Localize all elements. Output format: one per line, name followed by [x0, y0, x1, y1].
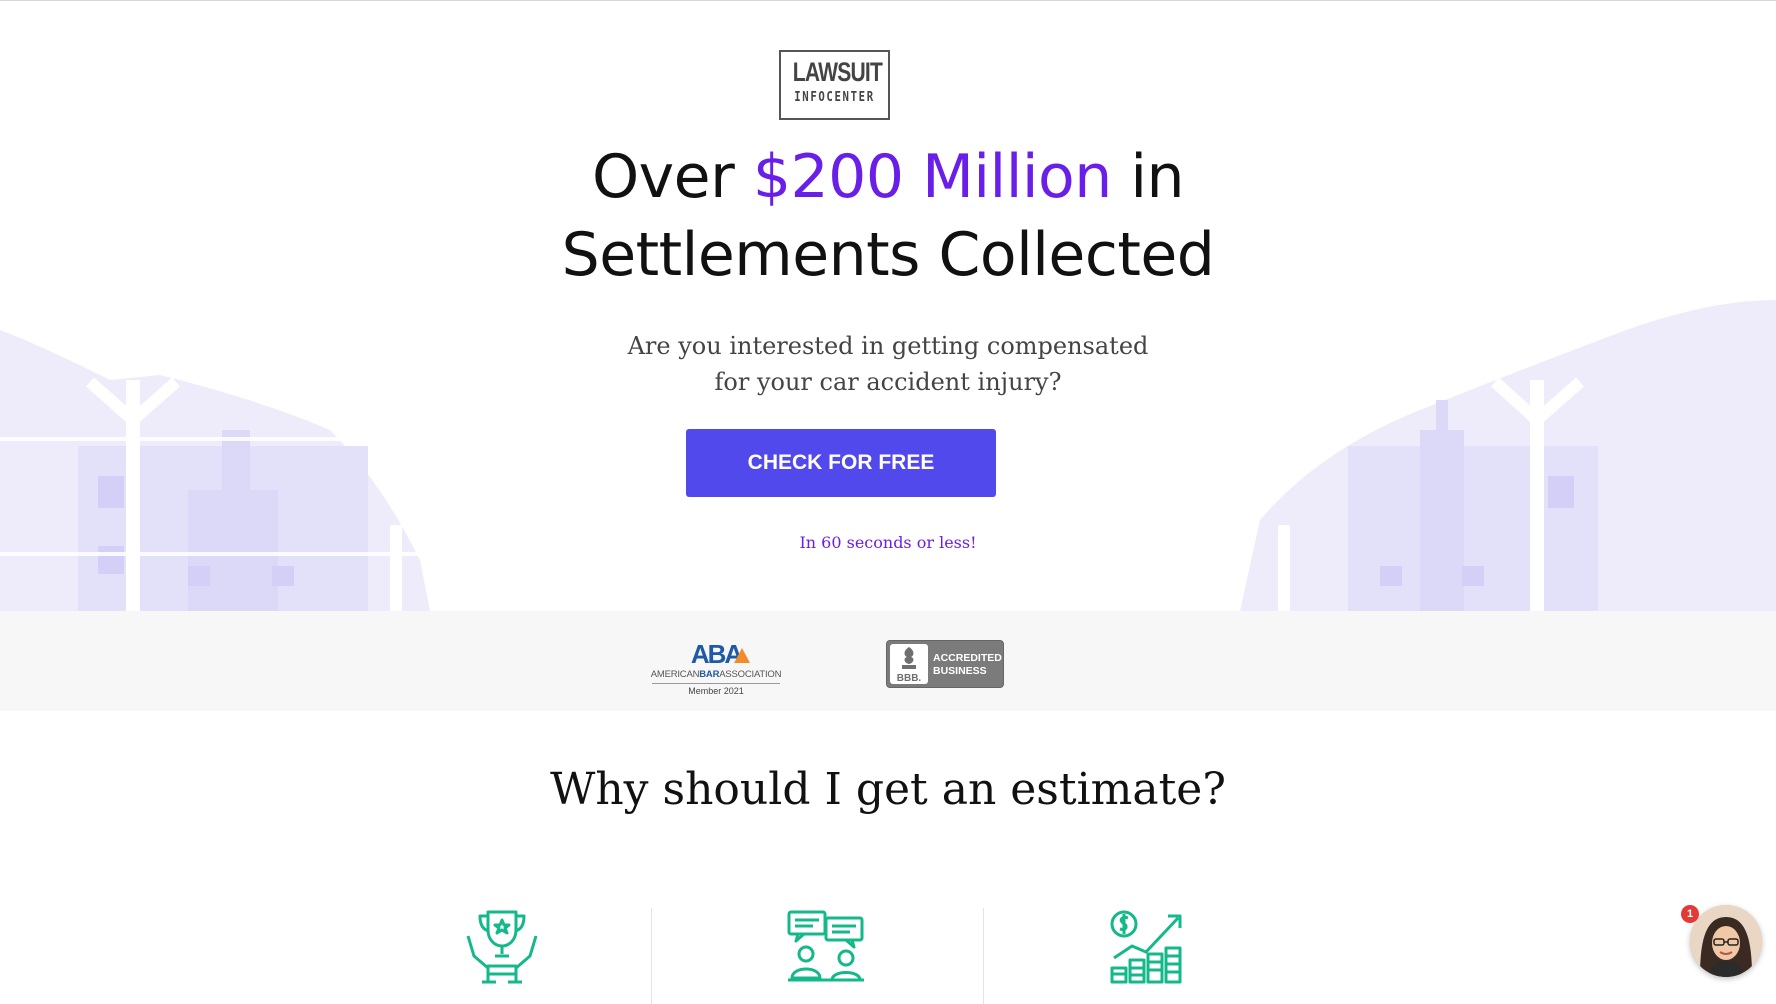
consultation-chat-icon: [787, 910, 864, 982]
bbb-label: ACCREDITED BUSINESS: [933, 652, 1005, 678]
hero-headline: Over $200 Million in Settlements Collect…: [388, 138, 1388, 294]
trophy-hands-icon: [466, 910, 538, 984]
bbb-line-1: ACCREDITED: [933, 652, 1002, 664]
aba-divider: [652, 683, 780, 684]
aba-badge: ABA AMERICANBARASSOCIATION Member 2021: [650, 639, 782, 701]
subtext-line-2: for your car accident injury?: [714, 368, 1062, 396]
check-for-free-button[interactable]: CHECK FOR FREE: [686, 429, 996, 497]
bbb-badge[interactable]: BBB. ACCREDITED BUSINESS: [886, 640, 1004, 688]
cta-note: In 60 seconds or less!: [799, 533, 977, 552]
feature-divider: [651, 908, 652, 1004]
trust-badges-strip: ABA AMERICANBARASSOCIATION Member 2021 B…: [0, 611, 1776, 711]
headline-accent: $200 Million: [752, 142, 1112, 212]
bbb-mark-text: BBB.: [897, 673, 922, 684]
hero-subtext: Are you interested in getting compensate…: [488, 328, 1288, 400]
headline-suffix: in: [1111, 142, 1185, 212]
logo-line-1: LAWSUIT: [792, 57, 883, 87]
feature-divider: [983, 908, 984, 1004]
subtext-line-1: Are you interested in getting compensate…: [627, 332, 1149, 360]
chat-notification-badge: 1: [1681, 905, 1699, 923]
agent-avatar-icon: [1690, 905, 1762, 977]
live-chat-avatar[interactable]: [1690, 905, 1762, 977]
aba-name-post: ASSOCIATION: [719, 669, 782, 680]
aba-name-pre: AMERICAN: [650, 669, 700, 680]
headline-line-2: Settlements Collected: [561, 220, 1215, 290]
aba-name-bold: BAR: [699, 669, 720, 680]
aba-member-year: Member 2021: [688, 686, 744, 696]
hero-section: LAWSUIT INFOCENTER Over $200 Million in …: [0, 0, 1776, 611]
bbb-line-2: BUSINESS: [933, 665, 987, 677]
aba-name: AMERICANBARASSOCIATION: [650, 669, 782, 680]
bbb-torch-svg: BBB.: [897, 647, 922, 684]
headline-prefix: Over: [591, 142, 753, 212]
site-logo[interactable]: LAWSUIT INFOCENTER: [779, 50, 890, 120]
aba-logo-icon: ABA: [691, 639, 750, 667]
growth-chart-icon: [1110, 910, 1182, 984]
bbb-torch-icon: BBB.: [890, 644, 928, 684]
why-estimate-heading: Why should I get an estimate?: [550, 764, 1226, 815]
logo-line-2: INFOCENTER: [794, 90, 875, 105]
